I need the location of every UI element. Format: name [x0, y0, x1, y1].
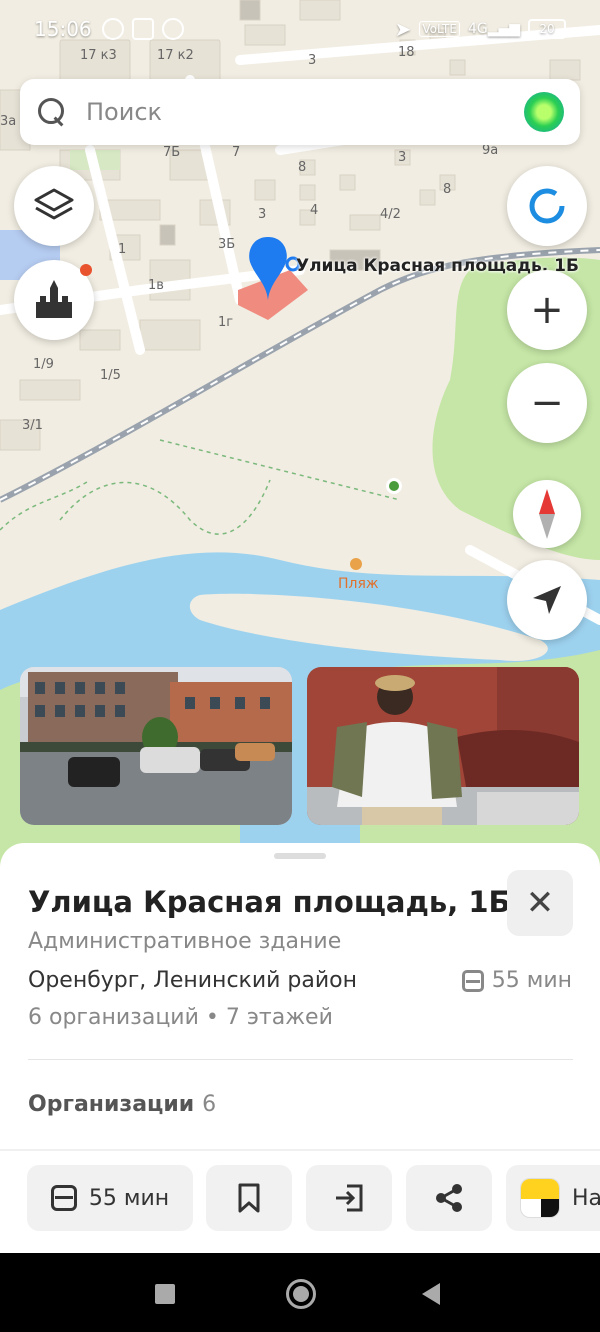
place-location: Оренбург, Ленинский район	[28, 968, 358, 993]
search-bar[interactable]: Поиск	[20, 79, 580, 145]
place-details: 6 организаций • 7 этажей	[28, 1005, 333, 1030]
bookmark-button[interactable]	[206, 1165, 292, 1231]
notification-icon	[131, 18, 154, 40]
house-label: 9а	[482, 143, 499, 158]
status-time: 15:06	[34, 17, 92, 41]
search-icon	[36, 96, 68, 128]
back-button[interactable]	[422, 1283, 440, 1305]
person-photo[interactable]	[307, 667, 579, 825]
taxi-button[interactable]: На	[506, 1165, 600, 1231]
divider	[0, 1149, 600, 1151]
location-arrow-icon: ➤	[394, 17, 412, 41]
yandex-taxi-icon	[520, 1178, 560, 1218]
place-title: Улица Красная площадь, 1Б	[28, 885, 511, 919]
transit-time-label: 55 мин	[491, 968, 572, 993]
beach-poi-label[interactable]: Пляж	[338, 576, 379, 592]
navigation-arrow-icon	[533, 586, 561, 614]
viber-icon	[161, 18, 184, 40]
house-label: 7Б	[163, 145, 181, 160]
place-category: Административное здание	[28, 929, 342, 954]
bus-icon	[50, 1185, 77, 1211]
volte-icon: VoLTE	[419, 21, 460, 37]
church-icon	[36, 280, 72, 318]
system-nav-bar	[0, 1253, 600, 1332]
building-photo[interactable]	[20, 667, 292, 825]
notification-dot	[80, 264, 92, 276]
share-button[interactable]	[406, 1165, 492, 1231]
layers-button[interactable]	[14, 166, 94, 246]
organizations-section[interactable]: Организации 6	[28, 1092, 216, 1117]
battery-icon: 20	[528, 19, 566, 39]
house-label: 3а	[0, 114, 17, 129]
house-label: 3/1	[22, 418, 43, 433]
enter-icon	[336, 1184, 363, 1212]
house-label: 1/5	[100, 368, 121, 383]
house-label: 3Б	[218, 237, 236, 252]
close-icon: ✕	[525, 883, 555, 923]
plus-icon: +	[530, 287, 564, 333]
house-label: 7	[232, 145, 241, 160]
house-label: 4/2	[380, 207, 401, 222]
organizations-count: 6	[202, 1092, 217, 1117]
transit-time[interactable]: 55 мин	[461, 968, 572, 993]
house-label: 1в	[148, 278, 164, 293]
house-label: 3	[398, 150, 407, 165]
share-icon	[436, 1184, 462, 1212]
bookmark-icon	[238, 1183, 260, 1213]
house-label: 8	[298, 160, 307, 175]
zoom-out-button[interactable]: −	[507, 363, 587, 443]
search-input[interactable]: Поиск	[86, 98, 524, 126]
bus-icon	[461, 969, 484, 992]
organizations-label: Организации	[28, 1092, 195, 1117]
place-card[interactable]: Улица Красная площадь, 1Б ✕ Администрати…	[0, 843, 600, 1253]
house-label: 4	[310, 203, 319, 218]
close-button[interactable]: ✕	[507, 870, 573, 936]
alice-assistant-icon[interactable]	[524, 92, 564, 132]
action-bar: 55 мин На	[0, 1165, 600, 1233]
enter-building-button[interactable]	[306, 1165, 392, 1231]
my-location-button[interactable]	[507, 560, 587, 640]
compass-button[interactable]	[513, 480, 581, 548]
zoom-in-button[interactable]: +	[507, 270, 587, 350]
status-bar: 15:06 ➤ VoLTE 4G▂▄▆ 20	[0, 0, 600, 58]
sheet-drag-handle[interactable]	[274, 853, 326, 859]
taxi-label: На	[572, 1185, 600, 1211]
house-label: 3	[258, 207, 267, 222]
alice-voice-button[interactable]	[507, 166, 587, 246]
house-label: 1	[118, 242, 127, 257]
landmarks-button[interactable]	[14, 260, 94, 340]
battery-level: 20	[539, 22, 555, 36]
minus-icon: −	[530, 380, 564, 426]
alarm-icon	[101, 18, 124, 40]
route-button[interactable]: 55 мин	[27, 1165, 193, 1231]
house-label: 1г	[218, 315, 234, 330]
divider	[28, 1059, 573, 1060]
house-label: 1/9	[33, 357, 54, 372]
home-button[interactable]	[286, 1279, 316, 1309]
signal-icon: 4G▂▄▆	[467, 21, 520, 37]
layers-icon	[34, 188, 74, 220]
recents-button[interactable]	[155, 1284, 175, 1304]
compass-icon	[539, 489, 555, 539]
alice-ring-icon	[529, 188, 565, 224]
house-label: 8	[443, 182, 452, 197]
route-time-label: 55 мин	[88, 1185, 170, 1211]
